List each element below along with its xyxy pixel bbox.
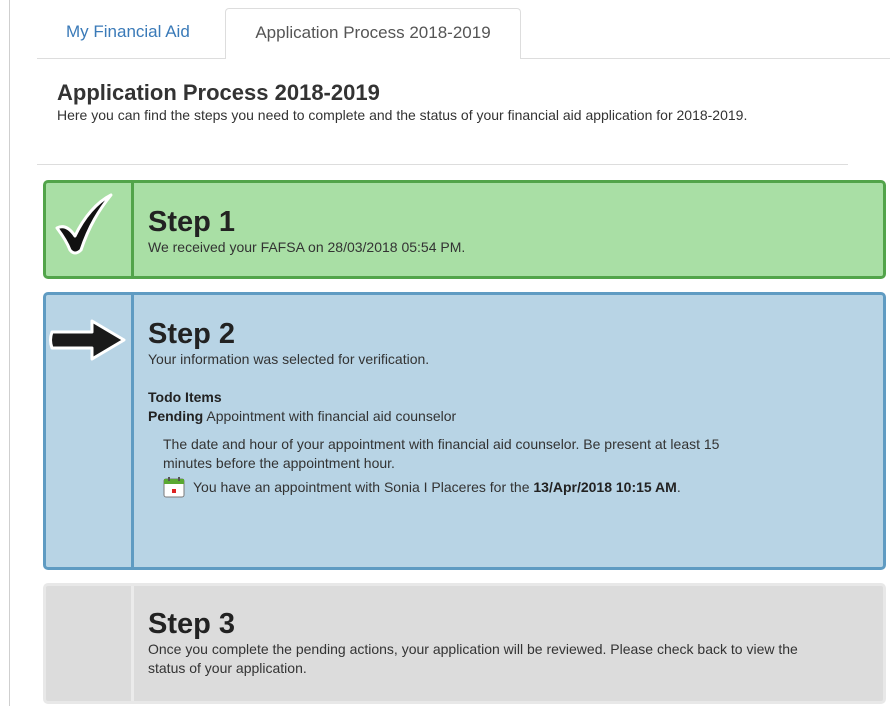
step-3-rail-line <box>131 586 134 701</box>
tab-my-financial-aid[interactable]: My Financial Aid <box>50 8 206 58</box>
step-2-text: Your information was selected for verifi… <box>148 351 430 367</box>
step-3-card: Step 3 Once you complete the pending act… <box>43 583 886 704</box>
todo-detail: The date and hour of your appointment wi… <box>163 435 763 498</box>
step-2-rail-line <box>131 295 134 567</box>
step-1-card: Step 1 We received your FAFSA on 28/03/2… <box>43 180 886 279</box>
step-1-text: We received your FAFSA on 28/03/2018 05:… <box>148 239 466 255</box>
page-description: Here you can find the steps you need to … <box>57 107 748 123</box>
header-divider <box>37 164 848 165</box>
step-3-title: Step 3 <box>148 608 236 640</box>
todo-label: Appointment with financial aid counselor <box>206 408 457 424</box>
page-title: Application Process 2018-2019 <box>57 80 380 105</box>
step-2-card: Step 2 Your information was selected for… <box>43 292 886 570</box>
tab-bar: My Financial Aid Application Process 201… <box>37 0 890 59</box>
step-3-rail <box>46 586 132 701</box>
left-border-line <box>9 0 10 706</box>
appointment-datetime: 13/Apr/2018 10:15 AM <box>533 478 677 495</box>
checkmark-icon <box>55 193 113 255</box>
step-2-title: Step 2 <box>148 318 236 350</box>
todo-item: Pending Appointment with financial aid c… <box>148 407 867 426</box>
step-1-rail-line <box>131 183 134 276</box>
step-2-body: Step 2 Your information was selected for… <box>148 318 867 498</box>
appointment-line: You have an appointment with Sonia I Pla… <box>163 476 763 498</box>
appointment-text: You have an appointment with Sonia I Pla… <box>193 478 681 495</box>
step-3-body: Step 3 Once you complete the pending act… <box>148 608 867 678</box>
todo-section: Todo Items Pending Appointment with fina… <box>148 388 867 498</box>
page-header: Application Process 2018-2019 Here you c… <box>57 80 837 124</box>
step-1-title: Step 1 <box>148 206 236 238</box>
todo-heading: Todo Items <box>148 389 222 405</box>
step-1-rail <box>46 183 132 276</box>
step-3-text: Once you complete the pending actions, y… <box>148 641 798 676</box>
calendar-icon <box>163 477 185 498</box>
step-1-body: Step 1 We received your FAFSA on 28/03/2… <box>148 206 867 257</box>
step-2-rail <box>46 295 132 567</box>
tab-application-process[interactable]: Application Process 2018-2019 <box>225 8 521 59</box>
todo-detail-text: The date and hour of your appointment wi… <box>163 436 720 471</box>
arrow-right-icon <box>49 319 126 361</box>
todo-status: Pending <box>148 408 204 424</box>
